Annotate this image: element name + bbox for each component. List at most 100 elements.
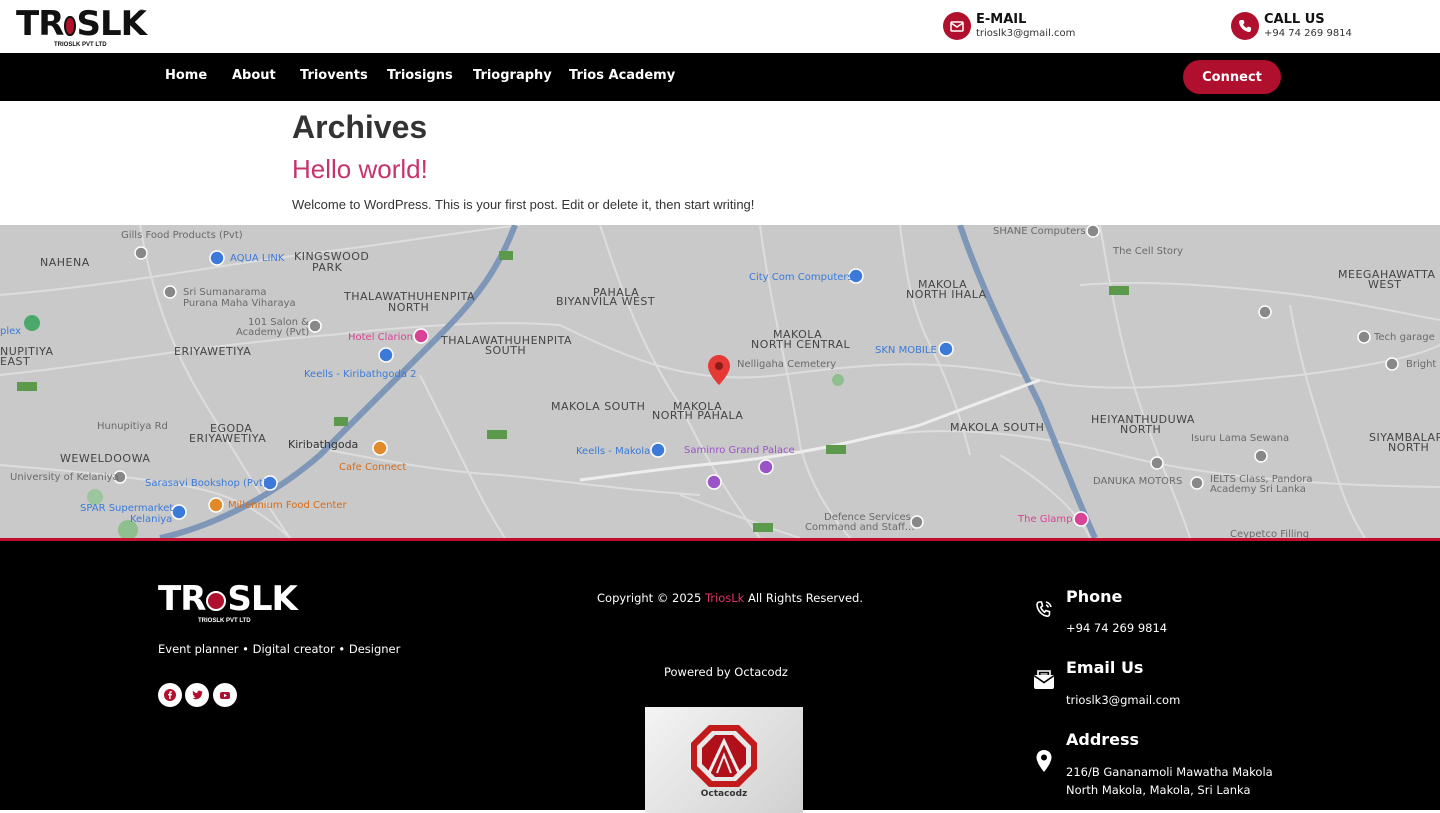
map-label: Ceypetco Filling (1230, 529, 1310, 538)
map-label: Kiribathgoda (288, 438, 359, 451)
map-label: University of Kelaniya (10, 472, 119, 483)
map-label: Academy (Pvt) (236, 327, 310, 338)
nav-trios-academy[interactable]: Trios Academy (569, 68, 675, 83)
copyright-text: Copyright © 2025 TriosLk All Rights Rese… (597, 591, 863, 605)
map-label: Bright & (1406, 359, 1440, 370)
map-label: MAKOLA SOUTH (551, 400, 646, 413)
logo-text-left: TR (16, 4, 64, 44)
map-label: The Cell Story (1113, 246, 1184, 257)
map-label: Kelaniya (130, 514, 173, 525)
map-label: SOUTH (485, 344, 527, 357)
nav-triography[interactable]: Triography (473, 68, 552, 83)
email-icon (943, 12, 971, 40)
nav-triovents[interactable]: Triovents (300, 68, 368, 83)
header-call-label: CALL US (1264, 12, 1325, 27)
footer-phone-title: Phone (1066, 587, 1123, 606)
page-title: Archives (292, 109, 428, 145)
map-label: Tech garage (1374, 332, 1435, 343)
map-label: Keells - Kiribathgoda 2 (304, 369, 417, 380)
header-email[interactable]: E-MAIL trioslk3@gmail.com (943, 12, 1075, 40)
map-label: ERIYAWETIYA (174, 345, 252, 358)
footer-logo-dot (206, 591, 227, 611)
map-label: EAST (0, 355, 31, 368)
top-header: TR SLK TRIOSLK PVT LTD ® E-MAIL trioslk3@… (0, 0, 1440, 53)
powered-by-text: Powered by Octacodz (664, 665, 788, 679)
map-label: NORTH CENTRAL (751, 338, 851, 351)
map-label: BIYANVILA WEST (556, 295, 656, 308)
map-label: Sri Sumanarama (183, 287, 267, 298)
map-label: Nelligaha Cemetery (737, 359, 837, 370)
site-logo[interactable]: TR SLK TRIOSLK PVT LTD ® (16, 4, 147, 50)
post-excerpt: Welcome to WordPress. This is your first… (292, 197, 755, 212)
map-label: WEST (1368, 278, 1402, 291)
map-label: NORTH (1388, 441, 1430, 454)
octacodz-logo-text: Octacodz (700, 789, 748, 799)
octacodz-logo-image[interactable]: Octacodz (645, 707, 803, 813)
twitter-icon[interactable] (185, 683, 209, 707)
map-label: MAKOLA SOUTH (950, 421, 1045, 434)
main-navigation: Home About Triovents Triosigns Triograph… (0, 53, 1440, 101)
phone-icon (1231, 12, 1259, 40)
map-label: SHANE Computers (993, 226, 1086, 237)
footer-email-title: Email Us (1066, 658, 1144, 677)
logo-wordmark: TR SLK (16, 4, 147, 44)
footer-logo-text-right: SLK (227, 579, 297, 619)
header-email-label: E-MAIL (976, 12, 1027, 27)
map-label: NORTH IHALA (906, 288, 987, 301)
map-label: Cafe Connect (339, 462, 407, 473)
map-label: NORTH (388, 301, 430, 314)
map-label: PARK (312, 261, 343, 274)
map-label: Isuru Lama Sewana (1191, 433, 1290, 444)
map-label: WEWELDOOWA (60, 452, 151, 465)
embedded-map[interactable]: Gills Food Products (Pvt) NAHENA AQUA LI… (0, 225, 1440, 538)
youtube-icon[interactable] (213, 683, 237, 707)
map-label: NORTH PAHALA (652, 409, 744, 422)
email-icon (1034, 670, 1054, 689)
footer-address-title: Address (1066, 730, 1140, 749)
map-label: Command and Staff... (805, 522, 915, 533)
connect-button[interactable]: Connect (1183, 60, 1281, 94)
logo-registered-mark: ® (139, 10, 144, 16)
map-label: NORTH (1120, 423, 1162, 436)
footer-phone-value[interactable]: +94 74 269 9814 (1066, 619, 1167, 637)
map-label: Millennium Food Center (228, 500, 347, 511)
map-label: Purana Maha Viharaya (183, 298, 296, 309)
map-pin-icon[interactable] (708, 355, 730, 385)
nav-home[interactable]: Home (165, 68, 207, 83)
logo-dot (64, 16, 76, 36)
footer-logo-text-left: TR (158, 579, 206, 619)
footer-address-line1: 216/B Gananamoli Mawatha Makola (1066, 765, 1273, 779)
header-call[interactable]: CALL US +94 74 269 9814 (1231, 12, 1352, 40)
map-label: AQUA LINK (230, 253, 285, 264)
map-label: City Com Computers (749, 272, 853, 283)
octacodz-logo-icon (691, 725, 757, 787)
nav-triosigns[interactable]: Triosigns (387, 68, 453, 83)
footer-logo[interactable]: TR SLK TRIOSLK PVT LTD (158, 581, 298, 627)
footer-logo-wordmark: TR SLK (158, 581, 298, 617)
logo-subtitle: TRIOSLK PVT LTD (54, 42, 107, 48)
nav-about[interactable]: About (232, 68, 276, 83)
footer-email-value[interactable]: trioslk3@gmail.com (1066, 691, 1180, 709)
map-label: The Glamp (1018, 514, 1073, 525)
map-label: ERIYAWETIYA (189, 432, 267, 445)
map-label: Hunupitiya Rd (97, 421, 168, 432)
phone-icon (1036, 601, 1052, 618)
map-label: DANUKA MOTORS (1093, 476, 1183, 487)
footer-tagline: Event planner • Digital creator • Design… (158, 642, 401, 656)
map-label: Keells - Makola (576, 446, 651, 457)
map-label: NAHENA (40, 256, 90, 269)
site-footer: TR SLK TRIOSLK PVT LTD Event planner • Di… (0, 538, 1440, 813)
map-label: SPAR Supermarket (80, 503, 174, 514)
post-title-link[interactable]: Hello world! (292, 154, 428, 185)
footer-logo-subtitle: TRIOSLK PVT LTD (198, 618, 251, 624)
copyright-brand-link[interactable]: TriosLk (705, 591, 744, 605)
header-email-value[interactable]: trioslk3@gmail.com (976, 27, 1075, 40)
logo-text-right: SLK (76, 4, 147, 44)
header-call-value[interactable]: +94 74 269 9814 (1264, 27, 1352, 40)
copyright-prefix: Copyright © 2025 (597, 591, 705, 605)
map-label: SKN MOBILE (875, 345, 937, 356)
map-label: Sarasavi Bookshop (Pvt) (145, 478, 267, 489)
facebook-icon[interactable] (158, 683, 182, 707)
copyright-suffix: All Rights Reserved. (744, 591, 863, 605)
map-label: Gills Food Products (Pvt) (121, 230, 243, 241)
